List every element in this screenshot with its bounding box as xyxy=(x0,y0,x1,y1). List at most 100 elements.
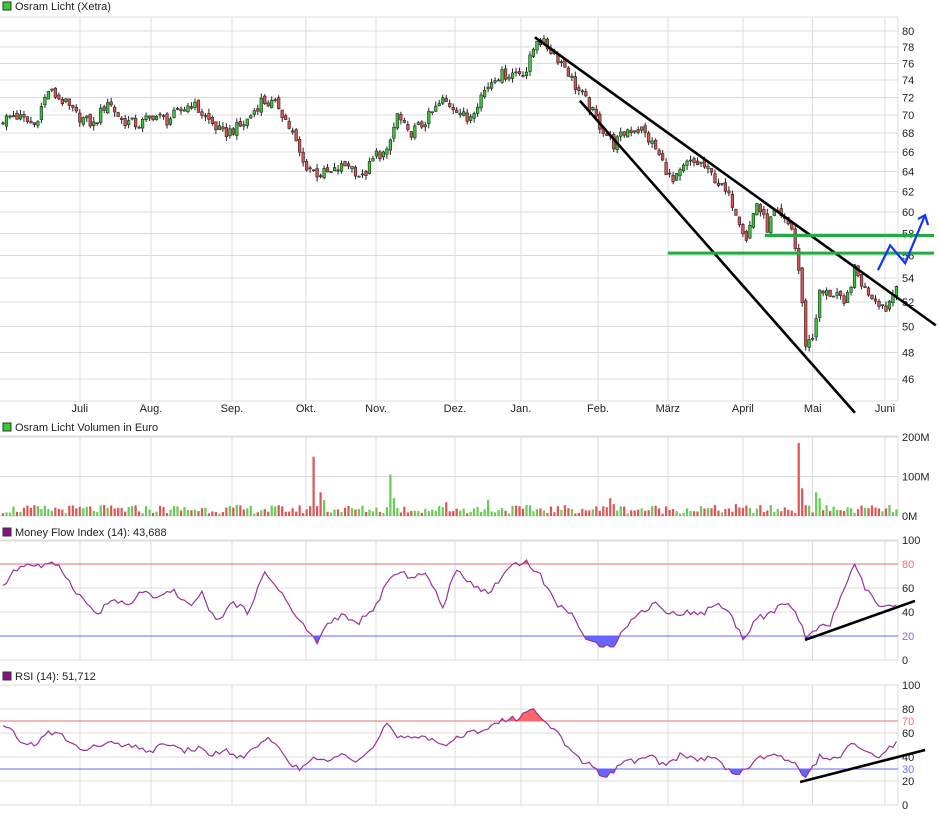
volume-bar xyxy=(609,498,612,516)
candle-body xyxy=(667,172,672,175)
candle xyxy=(50,88,54,93)
candle xyxy=(123,114,127,129)
candle xyxy=(566,66,570,77)
volume-bar xyxy=(431,509,434,516)
candle-body xyxy=(409,131,413,138)
candle-body xyxy=(301,151,305,163)
candle-body xyxy=(688,159,693,162)
volume-bar xyxy=(584,510,587,516)
volume-bar xyxy=(211,511,214,516)
mfi-line xyxy=(2,559,897,648)
volume-bar xyxy=(549,506,553,516)
volume-bar xyxy=(127,506,130,516)
candle-body xyxy=(531,48,536,57)
candle xyxy=(828,289,832,298)
candle-body xyxy=(622,131,626,136)
volume-bar xyxy=(811,512,814,516)
candle-body xyxy=(305,161,309,171)
candle xyxy=(144,112,148,122)
candle xyxy=(329,171,333,174)
candle-body xyxy=(322,168,326,179)
volume-bar xyxy=(846,507,849,516)
volume-bar xyxy=(144,506,148,516)
candle xyxy=(130,117,134,121)
stock-chart: Osram Licht (Xetra)464850525456586062646… xyxy=(0,1,937,812)
candle xyxy=(762,205,766,219)
mfi-overbought-fill xyxy=(3,560,897,564)
volume-bar xyxy=(424,508,427,516)
volume-bar xyxy=(759,505,762,516)
candle xyxy=(242,120,246,131)
candle-body xyxy=(25,116,30,122)
candle-body xyxy=(308,167,312,170)
volume-bar xyxy=(235,505,238,516)
candle xyxy=(224,123,228,142)
candle xyxy=(835,287,839,300)
volume-bar xyxy=(853,512,856,516)
candle xyxy=(458,108,462,118)
candle xyxy=(531,47,536,58)
candle xyxy=(4,113,9,131)
volume-bar xyxy=(110,505,113,516)
volume-bar xyxy=(371,511,375,516)
candle xyxy=(647,130,651,146)
candle-body xyxy=(811,337,815,340)
candle-body xyxy=(674,173,679,181)
candle xyxy=(378,150,382,162)
candle xyxy=(60,97,64,107)
candle-body xyxy=(709,168,714,173)
volume-bar xyxy=(675,511,678,516)
candle-body xyxy=(814,318,818,338)
candle xyxy=(245,118,249,129)
volume-bar xyxy=(155,511,158,516)
candle xyxy=(360,169,365,178)
candle xyxy=(423,121,427,132)
volume-bar xyxy=(577,512,580,516)
price-tick-label: 60 xyxy=(902,207,914,219)
volume-bar xyxy=(50,510,53,516)
candle-body xyxy=(699,161,703,164)
candle xyxy=(514,67,518,77)
price-tick-label: 72 xyxy=(902,92,914,104)
candle-body xyxy=(273,99,277,101)
candle xyxy=(29,116,33,124)
month-label: Jan. xyxy=(511,403,532,415)
candle-body xyxy=(175,108,180,110)
candle xyxy=(891,289,895,307)
month-label: April xyxy=(732,403,754,415)
volume-bar xyxy=(804,505,807,516)
volume-bar xyxy=(476,506,479,516)
volume-bar xyxy=(242,509,245,516)
candle-body xyxy=(479,94,483,109)
candle-body xyxy=(647,132,651,143)
candle-body xyxy=(821,290,825,294)
candle xyxy=(650,137,654,149)
volume-bar xyxy=(706,508,710,516)
candle xyxy=(720,183,724,187)
volume-bar xyxy=(329,512,333,516)
candle xyxy=(866,286,871,297)
candle-body xyxy=(427,110,431,124)
candle xyxy=(591,106,595,112)
volume-bar xyxy=(490,511,493,516)
candle-body xyxy=(130,117,134,120)
candle-body xyxy=(469,116,473,121)
volume-bar xyxy=(277,505,280,516)
candle-body xyxy=(835,292,839,296)
volume-bar xyxy=(713,505,717,516)
candle xyxy=(462,107,466,117)
candle xyxy=(678,167,682,181)
volume-bar xyxy=(382,512,385,516)
candle-body xyxy=(399,114,403,121)
volume-bar xyxy=(82,508,85,516)
candle xyxy=(64,98,68,104)
candle-body xyxy=(357,175,361,178)
volume-bar xyxy=(322,500,326,516)
candle-body xyxy=(626,129,630,138)
volume-bar xyxy=(884,508,888,516)
candle-body xyxy=(402,120,406,123)
volume-bar xyxy=(22,507,26,516)
candle-body xyxy=(716,182,721,186)
candle xyxy=(755,202,759,216)
volume-bar xyxy=(612,504,615,516)
